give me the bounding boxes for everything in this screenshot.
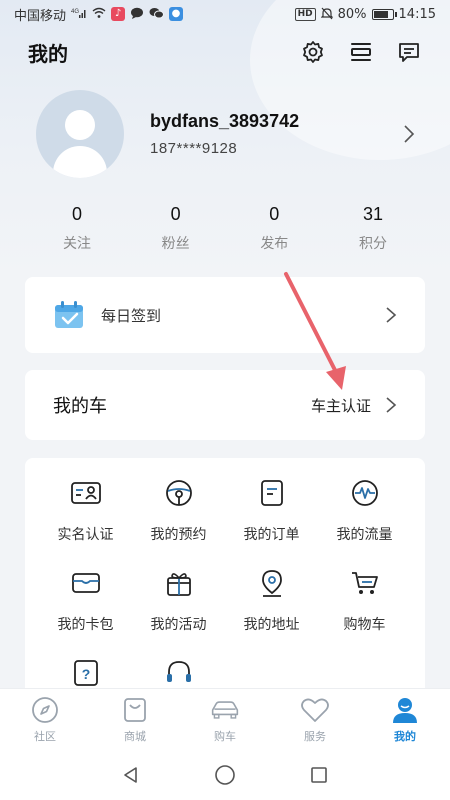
stat-label: 关注 <box>63 236 91 252</box>
system-navigation-bar <box>0 750 450 800</box>
list-icon[interactable] <box>348 39 374 65</box>
chevron-right-icon <box>386 397 397 413</box>
tab-service[interactable]: 服务 <box>275 696 355 744</box>
stat-value: 0 <box>269 204 280 224</box>
stat-label: 粉丝 <box>161 236 190 252</box>
my-car-card[interactable]: 我的车 车主认证 <box>25 370 425 440</box>
car-icon <box>210 696 240 724</box>
shop-bag-icon <box>120 696 150 724</box>
home-icon[interactable] <box>213 763 237 787</box>
mute-bell-icon <box>320 7 334 22</box>
wechat-icon <box>149 7 165 21</box>
location-icon <box>255 566 289 600</box>
service-address[interactable]: 我的地址 <box>225 566 318 634</box>
service-help[interactable]: ? <box>39 656 132 690</box>
service-label: 购物车 <box>343 617 386 633</box>
service-label: 我的地址 <box>243 617 300 633</box>
user-icon <box>390 696 420 724</box>
tab-label: 我的 <box>394 729 416 743</box>
stat-value: 31 <box>362 204 383 224</box>
tab-label: 商城 <box>124 729 146 743</box>
service-appointments[interactable]: 我的预约 <box>132 476 225 544</box>
stats-row: 0 关注 0 粉丝 0 发布 31 积分 <box>42 204 408 256</box>
help-icon: ? <box>69 656 103 690</box>
service-label: 我的订单 <box>243 527 300 543</box>
tab-buy-car[interactable]: 购车 <box>185 696 265 744</box>
svg-text:4G: 4G <box>71 9 79 15</box>
app-notification-icon: ● <box>169 7 184 21</box>
page-header: 我的 <box>0 32 450 72</box>
heart-icon <box>300 696 330 724</box>
tab-community[interactable]: 社区 <box>5 696 85 744</box>
stat-points[interactable]: 31 积分 <box>338 204 408 256</box>
daily-checkin-card[interactable]: 每日签到 <box>25 277 425 353</box>
my-car-title: 我的车 <box>53 396 107 417</box>
stat-followers[interactable]: 0 粉丝 <box>141 204 211 256</box>
service-label: 我的活动 <box>150 617 207 633</box>
owner-verify-link[interactable]: 车主认证 <box>311 395 371 416</box>
gear-icon[interactable] <box>300 39 326 65</box>
stat-posts[interactable]: 0 发布 <box>239 204 309 256</box>
phone-number: 187****9128 <box>150 140 238 157</box>
chat-bubble-icon <box>130 7 144 21</box>
status-bar: 中国移动 4G ♪ ● HD 80% 14:15 <box>0 0 450 28</box>
gift-icon <box>162 566 196 600</box>
recent-apps-icon[interactable] <box>307 763 331 787</box>
stat-label: 积分 <box>358 236 387 252</box>
battery-percent: 80% <box>337 6 367 22</box>
service-id-verify[interactable]: 实名认证 <box>39 476 132 544</box>
signal-icon: 4G <box>71 7 87 21</box>
tab-label: 社区 <box>34 729 56 743</box>
id-card-icon <box>69 476 103 510</box>
cart-icon <box>348 566 382 600</box>
svg-text:?: ? <box>81 666 90 682</box>
bottom-tab-bar: 社区 商城 购车 服务 我的 <box>0 688 450 750</box>
message-icon[interactable] <box>396 39 422 65</box>
service-label: 我的预约 <box>150 527 207 543</box>
stat-value: 0 <box>170 204 181 224</box>
wifi-icon <box>92 7 106 21</box>
service-cart[interactable]: 购物车 <box>318 566 411 634</box>
order-icon <box>255 476 289 510</box>
username: bydfans_3893742 <box>150 111 300 131</box>
back-icon[interactable] <box>119 763 143 787</box>
clock: 14:15 <box>398 6 436 22</box>
chevron-right-icon <box>404 125 415 143</box>
carrier-label: 中国移动 <box>14 8 67 24</box>
music-app-icon: ♪ <box>111 7 126 21</box>
service-label: 我的流量 <box>336 527 393 543</box>
data-flow-icon <box>348 476 382 510</box>
service-customer-support[interactable] <box>132 656 225 690</box>
tab-mall[interactable]: 商城 <box>95 696 175 744</box>
hd-icon: HD <box>294 7 316 21</box>
avatar[interactable] <box>36 90 124 178</box>
stat-label: 发布 <box>260 236 289 252</box>
page-title: 我的 <box>28 41 68 66</box>
battery-icon <box>371 8 397 20</box>
tab-label: 服务 <box>304 729 326 743</box>
service-activities[interactable]: 我的活动 <box>132 566 225 634</box>
service-orders[interactable]: 我的订单 <box>225 476 318 544</box>
headset-icon <box>162 656 196 690</box>
stat-value: 0 <box>71 204 82 224</box>
compass-icon <box>30 696 60 724</box>
checkin-label: 每日签到 <box>101 306 162 325</box>
service-label: 实名认证 <box>57 527 114 543</box>
stat-following[interactable]: 0 关注 <box>42 204 112 256</box>
wallet-icon <box>69 566 103 600</box>
profile-card[interactable]: bydfans_3893742 187****9128 <box>36 90 416 178</box>
steering-wheel-icon <box>162 476 196 510</box>
services-card: 实名认证 我的预约 我的订单 我的流量 我的卡包 我的活动 我的地址 购物车 ? <box>25 458 425 718</box>
tab-mine[interactable]: 我的 <box>365 696 445 744</box>
tab-label: 购车 <box>214 729 236 743</box>
calendar-check-icon <box>55 301 83 328</box>
service-data-usage[interactable]: 我的流量 <box>318 476 411 544</box>
chevron-right-icon <box>386 307 397 323</box>
service-label: 我的卡包 <box>57 617 114 633</box>
service-wallet[interactable]: 我的卡包 <box>39 566 132 634</box>
